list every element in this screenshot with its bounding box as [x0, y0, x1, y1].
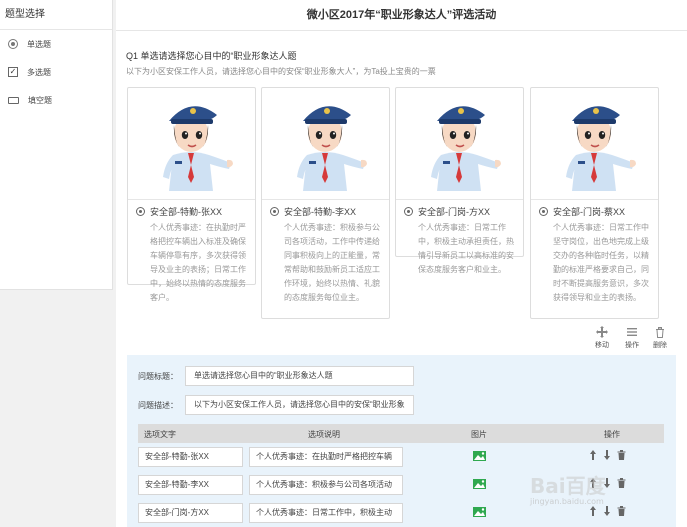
- trash-icon[interactable]: [617, 477, 626, 489]
- option-text-input[interactable]: 安全部-门岗-方XX: [138, 503, 243, 523]
- sidebar-title: 题型选择: [0, 0, 112, 30]
- option-desc-input[interactable]: 个人优秀事迹：在执勤时严格把控车辆: [249, 447, 403, 467]
- question-description: 以下为小区安保工作人员，请选择您心目中的安保“职业形象大人”，为Ta投上宝贵的一…: [126, 67, 436, 76]
- image-icon[interactable]: [473, 479, 486, 489]
- question-title: Q1 单选请选择您心目中的“职业形象达人题: [126, 51, 297, 61]
- arrow-up-icon[interactable]: [589, 449, 597, 461]
- options-table-header: 选项文字 选项说明 图片 操作: [138, 424, 664, 443]
- option-description: 个人优秀事迹：在执勤时严格把控车辆出入标准及确保车辆停靠有序，多次获得领导及业主…: [150, 223, 246, 302]
- move-button[interactable]: 移动: [595, 326, 609, 350]
- sidebar-item-multiple-choice[interactable]: ✓ 多选题: [0, 58, 112, 86]
- checkbox-icon: ✓: [8, 67, 18, 77]
- option-card[interactable]: 安全部-特勤-李XX 个人优秀事迹：积极参与公司各项活动，工作中传递给同事积极向…: [261, 87, 390, 319]
- survey-main: 微小区2017年“职业形象达人”评选活动 Q1 单选请选择您心目中的“职业形象达…: [116, 0, 687, 527]
- row-operations: [589, 449, 626, 461]
- question-desc-input[interactable]: 以下为小区安保工作人员，请选择您心目中的安保“职业形象: [185, 395, 414, 415]
- option-radio[interactable]: [404, 207, 413, 216]
- col-operation: 操作: [604, 430, 620, 439]
- row-operations: [589, 505, 626, 517]
- menu-icon: [627, 328, 637, 336]
- sidebar-item-fill-blank[interactable]: 填空题: [0, 86, 112, 114]
- option-text-input[interactable]: 安全部-特勤-李XX: [138, 475, 243, 495]
- option-label: 安全部-门岗-蔡XX: [553, 207, 626, 217]
- option-text-input[interactable]: 安全部-特勤-张XX: [138, 447, 243, 467]
- option-desc-input[interactable]: 个人优秀事迹：积极参与公司各项活动: [249, 475, 403, 495]
- operation-label: 操作: [625, 342, 639, 349]
- survey-title: 微小区2017年“职业形象达人”评选活动: [116, 0, 687, 31]
- option-label: 安全部-特勤-张XX: [150, 207, 223, 217]
- security-guard-image: [128, 88, 255, 200]
- baidu-watermark: Bai百度 jingyan.baidu.com: [530, 474, 606, 506]
- operation-button[interactable]: 操作: [625, 326, 639, 350]
- arrow-down-icon[interactable]: [603, 505, 611, 517]
- sidebar-item-single-choice[interactable]: 单选题: [0, 30, 112, 58]
- image-icon[interactable]: [473, 451, 486, 461]
- option-card[interactable]: 安全部-特勤-张XX 个人优秀事迹：在执勤时严格把控车辆出入标准及确保车辆停靠有…: [127, 87, 256, 302]
- delete-label: 删除: [653, 342, 667, 349]
- col-image: 图片: [471, 430, 487, 439]
- sidebar-item-label: 多选题: [27, 67, 51, 77]
- input-icon: [8, 96, 19, 104]
- image-icon[interactable]: [473, 507, 486, 517]
- question-type-sidebar: 题型选择 单选题 ✓ 多选题 填空题: [0, 0, 113, 290]
- option-label: 安全部-门岗-方XX: [418, 207, 491, 217]
- table-row: 安全部-门岗-方XX 个人优秀事迹：日常工作中，积极主动: [138, 503, 664, 523]
- radio-icon: [8, 39, 18, 49]
- arrow-down-icon[interactable]: [603, 449, 611, 461]
- option-label: 安全部-特勤-李XX: [284, 207, 357, 217]
- security-guard-image: [396, 88, 523, 200]
- title-field-label: 问题标题：: [138, 372, 178, 381]
- col-option-text: 选项文字: [144, 430, 176, 439]
- question-title-input[interactable]: 单选请选择您心目中的“职业形象达人题: [185, 366, 414, 386]
- trash-icon: [656, 327, 664, 338]
- option-radio[interactable]: [270, 207, 279, 216]
- sidebar-item-label: 单选题: [27, 39, 51, 49]
- option-card[interactable]: 安全部-门岗-方XX 个人优秀事迹：日常工作中，积极主动承担责任，热情引导新员工…: [395, 87, 524, 274]
- trash-icon[interactable]: [617, 505, 626, 517]
- delete-button[interactable]: 删除: [653, 326, 667, 350]
- table-row: 安全部-特勤-张XX 个人优秀事迹：在执勤时严格把控车辆: [138, 447, 664, 467]
- security-guard-image: [531, 88, 658, 200]
- security-guard-image: [262, 88, 389, 200]
- desc-field-label: 问题描述：: [138, 401, 178, 410]
- option-description: 个人优秀事迹：积极参与公司各项活动，工作中传递给同事积极向上的正能量，常常帮助和…: [284, 223, 380, 302]
- col-option-desc: 选项说明: [308, 430, 340, 439]
- trash-icon[interactable]: [617, 449, 626, 461]
- option-card[interactable]: 安全部-门岗-蔡XX 个人优秀事迹：日常工作中坚守岗位，出色地完成上级交办的各种…: [530, 87, 659, 319]
- option-description: 个人优秀事迹：日常工作中坚守岗位，出色地完成上级交办的各种临时任务，以精勤的标准…: [553, 223, 649, 302]
- arrow-up-icon[interactable]: [589, 505, 597, 517]
- option-radio[interactable]: [539, 207, 548, 216]
- option-radio[interactable]: [136, 207, 145, 216]
- move-icon: [596, 326, 608, 338]
- move-label: 移动: [595, 342, 609, 349]
- option-description: 个人优秀事迹：日常工作中，积极主动承担责任，热情引导新员工以高标准的安保态度服务…: [418, 223, 514, 274]
- option-desc-input[interactable]: 个人优秀事迹：日常工作中，积极主动: [249, 503, 403, 523]
- sidebar-item-label: 填空题: [28, 95, 52, 105]
